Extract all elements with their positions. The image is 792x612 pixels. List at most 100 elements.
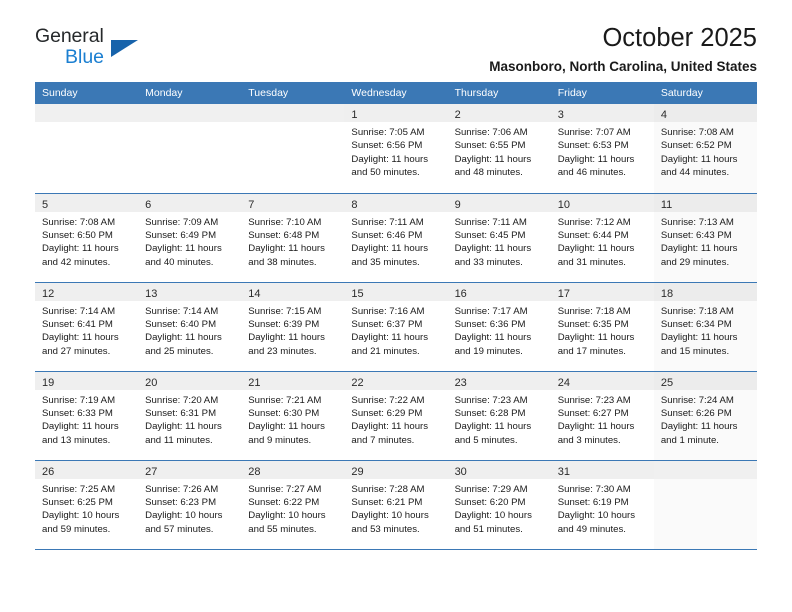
day-number: 6 [145, 198, 152, 211]
day-number-band: 1 [344, 104, 448, 122]
daylight-text: Daylight: 10 hours and 59 minutes. [42, 510, 120, 535]
sunset-text: Sunset: 6:27 PM [557, 407, 629, 419]
day-details: Sunrise: 7:23 AM Sunset: 6:27 PM Daylight:… [551, 390, 654, 448]
calendar-day-cell[interactable]: 17 Sunrise: 7:18 AM Sunset: 6:35 PM Dayligh… [550, 282, 654, 372]
sunset-text: Sunset: 6:41 PM [42, 318, 113, 330]
calendar-cell-empty [241, 104, 345, 194]
calendar-day-cell[interactable]: 29 Sunrise: 7:28 AM Sunset: 6:21 PM Dayligh… [344, 460, 448, 550]
day-number-band: 19 [35, 371, 139, 390]
calendar-day-cell[interactable]: 26 Sunrise: 7:25 AM Sunset: 6:25 PM Dayligh… [35, 460, 139, 550]
calendar-day-cell[interactable]: 4 Sunrise: 7:08 AM Sunset: 6:52 PM Daylight… [653, 104, 757, 194]
calendar-day-cell[interactable]: 28 Sunrise: 7:27 AM Sunset: 6:22 PM Dayligh… [241, 460, 345, 550]
sunset-text: Sunset: 6:55 PM [454, 140, 526, 152]
day-number-band: 3 [550, 104, 654, 122]
daylight-text: Daylight: 11 hours and 27 minutes. [42, 332, 119, 357]
day-details: Sunrise: 7:13 AM Sunset: 6:43 PM Daylight:… [654, 212, 757, 270]
day-details: Sunrise: 7:07 AM Sunset: 6:53 PM Daylight:… [551, 122, 654, 180]
calendar-day-cell[interactable]: 6 Sunrise: 7:09 AM Sunset: 6:49 PM Daylight… [138, 193, 242, 283]
calendar-day-cell[interactable]: 13 Sunrise: 7:14 AM Sunset: 6:40 PM Dayligh… [138, 282, 242, 372]
calendar-day-cell[interactable]: 19 Sunrise: 7:19 AM Sunset: 6:33 PM Dayligh… [35, 371, 139, 461]
daylight-text: Daylight: 11 hours and 1 minute. [660, 421, 738, 446]
calendar-day-cell[interactable]: 18 Sunrise: 7:18 AM Sunset: 6:34 PM Dayligh… [653, 282, 757, 372]
day-number: 31 [557, 465, 570, 478]
sunrise-text: Sunrise: 7:29 AM [454, 483, 528, 495]
day-number-band: 22 [344, 371, 448, 390]
calendar-day-cell[interactable]: 16 Sunrise: 7:17 AM Sunset: 6:36 PM Dayligh… [447, 282, 551, 372]
day-number-band [241, 104, 345, 122]
calendar-cell-empty [138, 104, 242, 194]
day-number: 29 [351, 465, 364, 478]
calendar-day-cell[interactable]: 25 Sunrise: 7:24 AM Sunset: 6:26 PM Dayligh… [653, 371, 757, 461]
sunset-text: Sunset: 6:36 PM [454, 318, 526, 330]
day-number: 14 [248, 287, 261, 300]
day-number: 17 [557, 287, 570, 300]
calendar-cell-empty [653, 460, 757, 550]
page-subtitle: Masonboro, North Carolina, United States [489, 59, 757, 74]
day-details: Sunrise: 7:16 AM Sunset: 6:37 PM Daylight:… [344, 301, 447, 359]
calendar-day-cell[interactable]: 8 Sunrise: 7:11 AM Sunset: 6:46 PM Daylight… [344, 193, 448, 283]
sunrise-text: Sunrise: 7:22 AM [351, 394, 425, 406]
day-number: 24 [557, 376, 570, 389]
calendar-day-cell[interactable]: 7 Sunrise: 7:10 AM Sunset: 6:48 PM Daylight… [241, 193, 345, 283]
sunrise-text: Sunrise: 7:10 AM [248, 216, 322, 228]
day-number-band [35, 104, 139, 122]
calendar-day-cell[interactable]: 24 Sunrise: 7:23 AM Sunset: 6:27 PM Dayligh… [550, 371, 654, 461]
daylight-text: Daylight: 10 hours and 57 minutes. [145, 510, 223, 535]
daylight-text: Daylight: 11 hours and 15 minutes. [660, 332, 738, 357]
page-header: General Blue October 2025 Masonboro, Nor… [35, 0, 757, 74]
calendar-day-cell[interactable]: 10 Sunrise: 7:12 AM Sunset: 6:44 PM Dayligh… [550, 193, 654, 283]
day-details: Sunrise: 7:14 AM Sunset: 6:41 PM Daylight:… [35, 301, 138, 359]
calendar-week-row: 12 Sunrise: 7:14 AM Sunset: 6:41 PM Dayligh… [35, 282, 757, 372]
calendar-day-cell[interactable]: 1 Sunrise: 7:05 AM Sunset: 6:56 PM Daylight… [344, 104, 448, 194]
calendar-day-cell[interactable]: 31 Sunrise: 7:30 AM Sunset: 6:19 PM Dayligh… [550, 460, 654, 550]
day-number-band: 2 [447, 104, 551, 122]
sunrise-text: Sunrise: 7:14 AM [42, 305, 116, 317]
sunset-text: Sunset: 6:26 PM [660, 407, 732, 419]
day-details: Sunrise: 7:25 AM Sunset: 6:25 PM Daylight:… [35, 479, 138, 537]
day-details: Sunrise: 7:08 AM Sunset: 6:52 PM Daylight:… [654, 122, 757, 180]
daylight-text: Daylight: 11 hours and 50 minutes. [351, 153, 429, 179]
brand-logo[interactable]: General Blue [35, 26, 155, 72]
daylight-text: Daylight: 10 hours and 49 minutes. [557, 510, 636, 535]
day-number: 8 [351, 198, 358, 211]
day-details: Sunrise: 7:28 AM Sunset: 6:21 PM Daylight:… [344, 479, 447, 537]
calendar-day-cell[interactable]: 12 Sunrise: 7:14 AM Sunset: 6:41 PM Dayligh… [35, 282, 139, 372]
calendar-day-cell[interactable]: 30 Sunrise: 7:29 AM Sunset: 6:20 PM Dayligh… [447, 460, 551, 550]
calendar-day-cell[interactable]: 14 Sunrise: 7:15 AM Sunset: 6:39 PM Dayligh… [241, 282, 345, 372]
day-number: 20 [145, 376, 158, 389]
calendar-day-cell[interactable]: 9 Sunrise: 7:11 AM Sunset: 6:45 PM Daylight… [447, 193, 551, 283]
day-number: 21 [248, 376, 261, 389]
sunset-text: Sunset: 6:43 PM [660, 229, 732, 241]
calendar-day-cell[interactable]: 2 Sunrise: 7:06 AM Sunset: 6:55 PM Daylight… [447, 104, 551, 194]
calendar-day-cell[interactable]: 22 Sunrise: 7:22 AM Sunset: 6:29 PM Dayligh… [344, 371, 448, 461]
sunrise-text: Sunrise: 7:08 AM [660, 127, 734, 138]
weekday-header-monday: Monday [138, 82, 242, 104]
daylight-text: Daylight: 11 hours and 25 minutes. [145, 332, 222, 357]
calendar-week-row: 19 Sunrise: 7:19 AM Sunset: 6:33 PM Dayligh… [35, 371, 757, 461]
day-number-band: 12 [35, 282, 139, 301]
sunset-text: Sunset: 6:28 PM [454, 407, 526, 419]
calendar-day-cell[interactable]: 27 Sunrise: 7:26 AM Sunset: 6:23 PM Dayligh… [138, 460, 242, 550]
day-number: 4 [660, 109, 667, 121]
day-number: 1 [351, 109, 358, 121]
day-number-band: 6 [138, 193, 242, 212]
calendar-day-cell[interactable]: 20 Sunrise: 7:20 AM Sunset: 6:31 PM Dayligh… [138, 371, 242, 461]
day-number-band: 29 [344, 460, 448, 479]
day-number: 10 [557, 198, 570, 211]
calendar-day-cell[interactable]: 21 Sunrise: 7:21 AM Sunset: 6:30 PM Dayligh… [241, 371, 345, 461]
day-number: 13 [145, 287, 158, 300]
day-details: Sunrise: 7:12 AM Sunset: 6:44 PM Daylight:… [551, 212, 654, 270]
daylight-text: Daylight: 11 hours and 23 minutes. [248, 332, 325, 357]
calendar-day-cell[interactable]: 11 Sunrise: 7:13 AM Sunset: 6:43 PM Dayligh… [653, 193, 757, 283]
calendar-day-cell[interactable]: 15 Sunrise: 7:16 AM Sunset: 6:37 PM Dayligh… [344, 282, 448, 372]
daylight-text: Daylight: 11 hours and 35 minutes. [351, 243, 429, 268]
calendar-day-cell[interactable]: 5 Sunrise: 7:08 AM Sunset: 6:50 PM Daylight… [35, 193, 139, 283]
sunrise-text: Sunrise: 7:23 AM [454, 394, 528, 406]
calendar-day-cell[interactable]: 3 Sunrise: 7:07 AM Sunset: 6:53 PM Daylight… [550, 104, 654, 194]
sunrise-text: Sunrise: 7:21 AM [248, 394, 322, 406]
sunrise-text: Sunrise: 7:14 AM [145, 305, 219, 317]
calendar-day-cell[interactable]: 23 Sunrise: 7:23 AM Sunset: 6:28 PM Dayligh… [447, 371, 551, 461]
day-details: Sunrise: 7:11 AM Sunset: 6:46 PM Daylight:… [344, 212, 447, 270]
day-number: 11 [660, 198, 673, 211]
sunset-text: Sunset: 6:37 PM [351, 318, 423, 330]
